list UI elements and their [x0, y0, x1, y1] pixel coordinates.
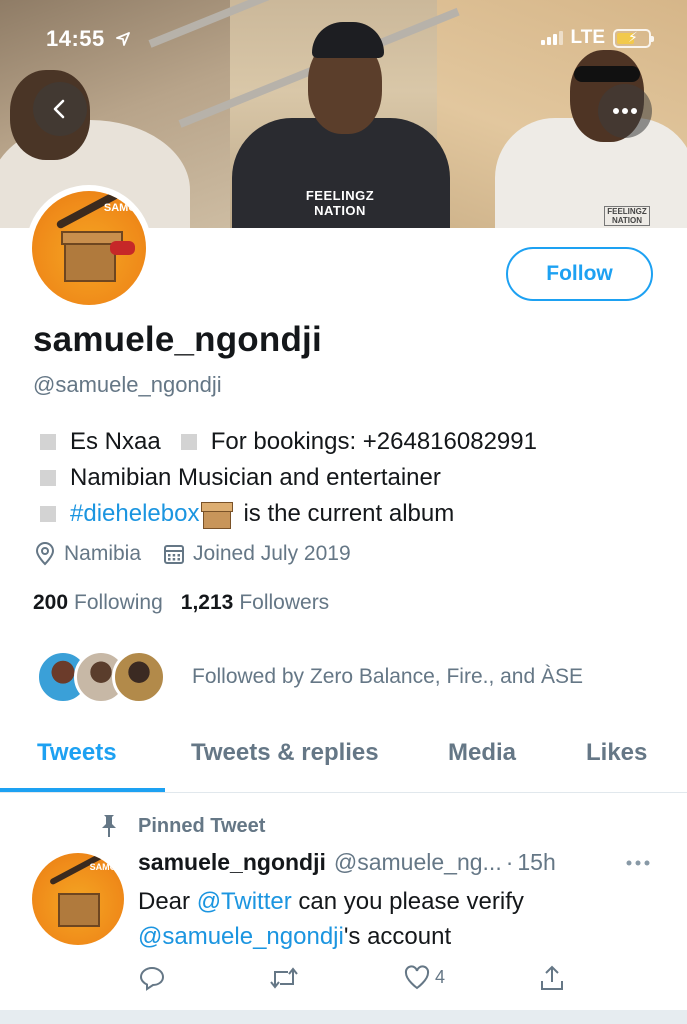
reply-button[interactable] — [138, 964, 166, 992]
followers-count: 1,213 — [180, 591, 234, 614]
bio-text: Es Nxaa — [70, 428, 161, 455]
follow-counts: 200 Following 1,213 Followers — [33, 591, 329, 615]
tweet-text-part: 's account — [343, 923, 452, 950]
status-indicators: LTE ⚡ — [540, 27, 654, 49]
bio-text: is the current album — [243, 500, 455, 527]
emoji-placeholder-icon — [180, 434, 197, 450]
profile-bio: Es Nxaa For bookings: +264816082991 Nami… — [40, 424, 537, 532]
tweet-actions: 4 — [138, 964, 578, 994]
pinned-label: Pinned Tweet — [96, 813, 265, 839]
like-icon — [404, 965, 430, 990]
package-icon — [201, 499, 234, 529]
tweet-more-button[interactable] — [625, 846, 651, 874]
emoji-placeholder-icon — [40, 506, 56, 522]
tweet-author-name[interactable]: samuele_ngondji — [138, 849, 326, 876]
reply-icon — [139, 966, 165, 991]
network-label: LTE — [570, 27, 605, 48]
banner-person-center-cap — [312, 22, 384, 58]
like-button[interactable]: 4 — [403, 964, 445, 990]
pin-icon — [102, 815, 116, 837]
more-options-button[interactable] — [598, 84, 652, 138]
avatar-tag-text: SAMO — [103, 202, 137, 215]
tab-likes[interactable]: Likes — [586, 739, 647, 767]
share-icon — [541, 965, 563, 990]
retweet-button[interactable] — [268, 964, 300, 992]
bio-line: Namibian Musician and entertainer — [40, 460, 537, 496]
following-count: 200 — [33, 591, 69, 614]
avatar-image: SAMO — [32, 191, 146, 305]
location-arrow-icon — [116, 32, 131, 46]
more-icon — [626, 860, 650, 866]
back-icon — [53, 99, 65, 119]
follower-avatar — [112, 650, 166, 704]
status-time-text: 14:55 — [46, 26, 105, 51]
retweet-icon — [270, 967, 298, 989]
followers-label: Followers — [239, 591, 330, 614]
emoji-placeholder-icon — [40, 434, 56, 450]
following-label: Following — [74, 591, 163, 614]
tab-tweets-replies[interactable]: Tweets & replies — [191, 739, 379, 767]
status-time: 14:55 — [46, 26, 131, 52]
joined-text: Joined July 2019 — [193, 542, 351, 565]
mention-link[interactable]: @samuele_ngondji — [138, 923, 344, 950]
share-button[interactable] — [538, 964, 566, 992]
tweet-author-avatar[interactable]: SAMO — [32, 853, 124, 945]
pinned-text: Pinned Tweet — [138, 814, 266, 837]
emoji-placeholder-icon — [40, 470, 56, 486]
profile-handle: @samuele_ngondji — [33, 372, 222, 397]
avatar-tag-text: SAMO — [89, 862, 117, 873]
like-count: 4 — [435, 966, 446, 987]
back-button[interactable] — [33, 82, 87, 136]
battery-icon: ⚡ — [613, 28, 654, 48]
mention-link[interactable]: @Twitter — [197, 888, 292, 915]
banner-person-right-glasses — [574, 66, 640, 82]
banner-shirt-print-small: FEELINGZ NATION — [604, 206, 650, 226]
following-count-link[interactable]: 200 Following — [33, 591, 163, 615]
profile-meta: Namibia Joined July 2019 — [34, 542, 373, 566]
tweet-separator: · — [505, 849, 514, 875]
tweet-author-handle[interactable]: @samuele_ng... — [334, 849, 502, 876]
bio-text: For bookings: +264816082991 — [210, 428, 537, 455]
signal-icon — [540, 31, 563, 45]
tweet-text-part: Dear — [138, 888, 197, 915]
bio-text: Namibian Musician and entertainer — [70, 464, 441, 491]
profile-tabs: Tweets Tweets & replies Media Likes — [0, 725, 687, 793]
follow-button[interactable]: Follow — [506, 247, 653, 301]
tab-tweets[interactable]: Tweets — [37, 739, 117, 767]
banner-shirt-print: FEELINGZ NATION — [305, 188, 375, 218]
tab-media[interactable]: Media — [448, 739, 516, 767]
more-icon — [613, 108, 637, 114]
profile-joined: Joined July 2019 — [163, 542, 351, 566]
profile-location: Namibia — [34, 542, 141, 566]
tweet-text-part: can you please verify — [291, 888, 524, 915]
hashtag-link[interactable]: #diehelebox — [70, 496, 199, 532]
bio-line: #diehelebox is the current album — [40, 496, 537, 532]
followed-by-text: Followed by Zero Balance, Fire., and ÀSE — [192, 665, 584, 688]
tweet-header: samuele_ngondji @samuele_ng... · 15h — [138, 849, 556, 876]
active-tab-indicator — [0, 788, 165, 792]
profile-avatar[interactable]: SAMO — [26, 185, 152, 311]
tweet-time: 15h — [517, 849, 556, 875]
location-text: Namibia — [64, 542, 142, 565]
followers-count-link[interactable]: 1,213 Followers — [181, 591, 329, 615]
profile-display-name: samuele_ngondji — [33, 320, 322, 359]
bio-line: Es Nxaa For bookings: +264816082991 — [40, 424, 537, 460]
followed-by-row[interactable]: Followed by Zero Balance, Fire., and ÀSE — [36, 650, 583, 704]
location-icon — [35, 542, 55, 566]
bottom-divider — [0, 1010, 687, 1024]
tweet-text: Dear @Twitter can you please verify @sam… — [138, 884, 658, 954]
calendar-icon — [164, 545, 185, 564]
